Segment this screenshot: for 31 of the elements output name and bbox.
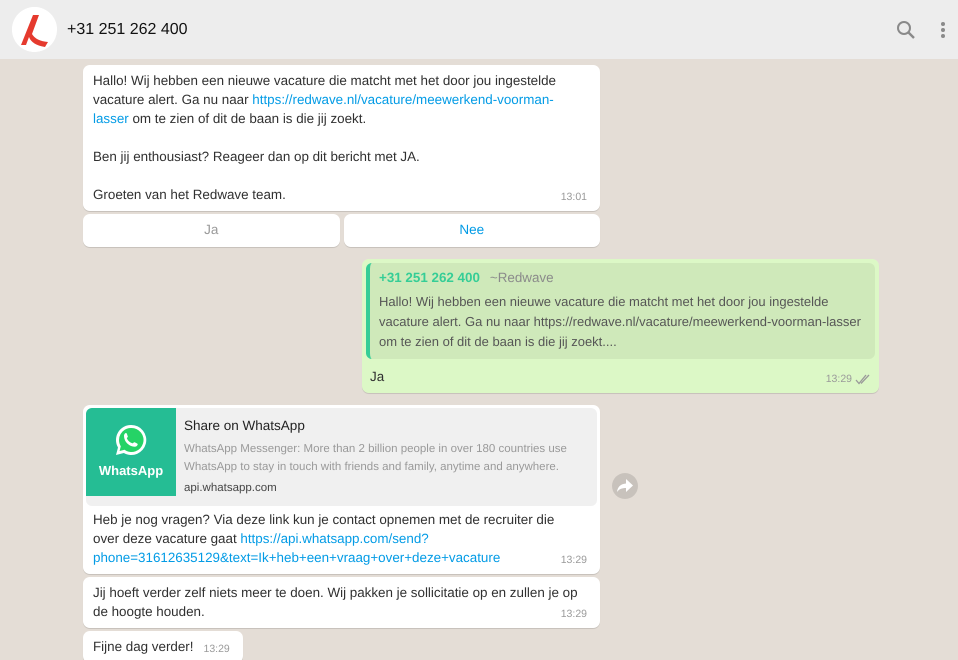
message-time: 13:29 (203, 642, 230, 656)
message-link[interactable]: lasser (93, 111, 129, 126)
quoted-message[interactable] (366, 263, 875, 360)
message-link[interactable]: https://redwave.nl/vacature/meewerkend-voorman- (252, 92, 554, 107)
link-preview[interactable]: WhatsApp Share on WhatsApp WhatsApp Messenger: More than 2 billion people in over 180 countries use WhatsApp to stay in touch with friends and family, anytime and anywhere. api.whatsapp.com (86, 408, 597, 506)
chat-title: +31 251 262 400 (67, 20, 188, 40)
forward-arrow-icon (617, 479, 633, 494)
message-time: 13:29 (560, 552, 587, 567)
menu-icon[interactable] (940, 20, 946, 38)
double-tick-icon (855, 374, 871, 385)
message-link[interactable]: https://api.whatsapp.com/send? (240, 530, 429, 546)
message-time: 13:29 (826, 372, 852, 386)
message-time: 13:01 (560, 190, 587, 204)
message-time: 13:29 (560, 606, 587, 621)
quote-text: Hallo! Wij hebben een nieuwe vacature die matcht met het door jou ingestelde vacature alert. Ga nu naar https://redwave.nl/vacature/meewerkend-voorman-lasser om te zien of dit de baan is die jij zoekt.... (379, 293, 862, 352)
quote-pushname: ~Redwave (490, 270, 554, 285)
message-text: Fijne dag verder! 13:29 (93, 638, 231, 656)
preview-description: WhatsApp Messenger: More than 2 billion people in over 180 countries use WhatsApp to stay in touch with friends and family, anytime and anywhere. (184, 442, 568, 476)
message-text: Ja 13:29 (366, 367, 875, 386)
preview-title: Share on WhatsApp (184, 417, 306, 436)
message-text: Hallo! Wij hebben een nieuwe vacature die matcht met het door jou ingestelde vacature alert. Ga nu naar https://redwave.nl/vacature/meewerkend-voorman- lasser om te zien of dit de baan is die jij zoekt. Ben jij enthousiast? Reageer dan op dit bericht met JA. Groeten van het Redwave team. 13:01 (93, 72, 588, 204)
reply-button[interactable]: Nee (344, 214, 600, 247)
thumbnail-label: WhatsApp (98, 462, 164, 480)
message-text: Heb je nog vragen? Via deze link kun je contact opnemen met de recruiter die over deze vacature gaat https://api.whatsapp.com/send? phone=31612635129&text=Ik+heb+een+vraag+over+deze+vacature 13:29 (93, 510, 588, 567)
preview-domain: api.whatsapp.com (184, 481, 278, 496)
phone-bubble-icon (114, 423, 148, 458)
search-icon[interactable] (896, 20, 916, 40)
message-text: Jij hoeft verder zelf niets meer te doen. Wij pakken je sollicitatie op en zullen je op de hoogte houden. 13:29 (93, 584, 588, 621)
forward-button[interactable] (612, 473, 638, 500)
quote-author: +31 251 262 400 (379, 270, 480, 285)
message-link[interactable]: phone=31612635129&text=Ik+heb+een+vraag+over+deze+vacature (93, 550, 500, 565)
